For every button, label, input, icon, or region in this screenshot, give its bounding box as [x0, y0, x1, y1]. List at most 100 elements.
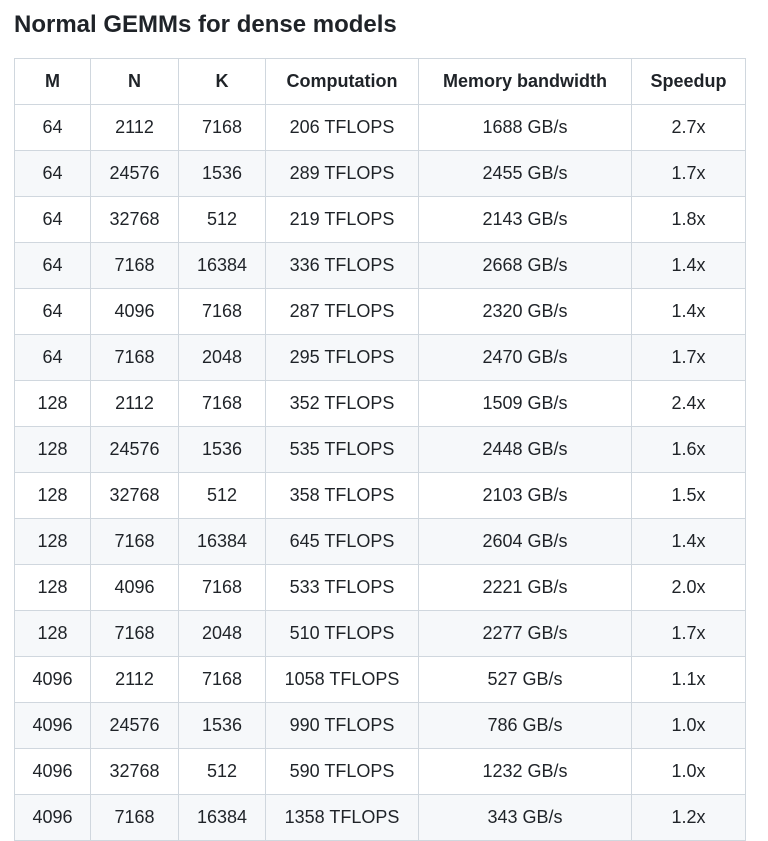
cell-m: 128: [14, 380, 91, 427]
cell-k: 16384: [178, 518, 266, 565]
cell-speedup: 1.0x: [631, 748, 746, 795]
cell-k: 16384: [178, 242, 266, 289]
cell-k: 7168: [178, 288, 266, 335]
cell-m: 128: [14, 472, 91, 519]
cell-k: 512: [178, 196, 266, 243]
table-row: 128 24576 1536 535 TFLOPS 2448 GB/s 1.6x: [14, 426, 746, 473]
table-body: 64 2112 7168 206 TFLOPS 1688 GB/s 2.7x 64 24576…: [14, 104, 746, 841]
cell-n: 24576: [90, 426, 179, 473]
cell-speedup: 1.4x: [631, 518, 746, 565]
cell-k: 2048: [178, 334, 266, 381]
table-row: 4096 24576 1536 990 TFLOPS 786 GB/s 1.0x: [14, 702, 746, 749]
cell-memory-bandwidth: 2604 GB/s: [418, 518, 632, 565]
cell-m: 4096: [14, 748, 91, 795]
cell-computation: 533 TFLOPS: [265, 564, 419, 611]
column-header-m: M: [14, 58, 91, 105]
cell-n: 32768: [90, 196, 179, 243]
cell-computation: 295 TFLOPS: [265, 334, 419, 381]
cell-n: 24576: [90, 702, 179, 749]
cell-k: 1536: [178, 150, 266, 197]
cell-computation: 1358 TFLOPS: [265, 794, 419, 841]
cell-n: 32768: [90, 748, 179, 795]
cell-n: 4096: [90, 288, 179, 335]
cell-memory-bandwidth: 2103 GB/s: [418, 472, 632, 519]
cell-speedup: 1.7x: [631, 150, 746, 197]
cell-m: 128: [14, 564, 91, 611]
table-row: 64 7168 2048 295 TFLOPS 2470 GB/s 1.7x: [14, 334, 746, 381]
cell-memory-bandwidth: 2448 GB/s: [418, 426, 632, 473]
cell-n: 7168: [90, 242, 179, 289]
cell-m: 4096: [14, 794, 91, 841]
cell-speedup: 1.6x: [631, 426, 746, 473]
cell-memory-bandwidth: 343 GB/s: [418, 794, 632, 841]
cell-computation: 510 TFLOPS: [265, 610, 419, 657]
cell-n: 4096: [90, 564, 179, 611]
column-header-speedup: Speedup: [631, 58, 746, 105]
table-row: 64 7168 16384 336 TFLOPS 2668 GB/s 1.4x: [14, 242, 746, 289]
column-header-n: N: [90, 58, 179, 105]
cell-m: 4096: [14, 656, 91, 703]
cell-m: 64: [14, 242, 91, 289]
cell-n: 32768: [90, 472, 179, 519]
cell-computation: 590 TFLOPS: [265, 748, 419, 795]
column-header-memory-bandwidth: Memory bandwidth: [418, 58, 632, 105]
cell-speedup: 1.8x: [631, 196, 746, 243]
cell-m: 64: [14, 104, 91, 151]
cell-memory-bandwidth: 1688 GB/s: [418, 104, 632, 151]
cell-memory-bandwidth: 2470 GB/s: [418, 334, 632, 381]
column-header-computation: Computation: [265, 58, 419, 105]
cell-memory-bandwidth: 2221 GB/s: [418, 564, 632, 611]
cell-m: 128: [14, 426, 91, 473]
table-row: 128 7168 16384 645 TFLOPS 2604 GB/s 1.4x: [14, 518, 746, 565]
cell-speedup: 1.4x: [631, 288, 746, 335]
cell-computation: 287 TFLOPS: [265, 288, 419, 335]
cell-memory-bandwidth: 1509 GB/s: [418, 380, 632, 427]
cell-computation: 535 TFLOPS: [265, 426, 419, 473]
table-row: 4096 7168 16384 1358 TFLOPS 343 GB/s 1.2x: [14, 794, 746, 841]
cell-m: 64: [14, 150, 91, 197]
cell-computation: 1058 TFLOPS: [265, 656, 419, 703]
cell-computation: 645 TFLOPS: [265, 518, 419, 565]
cell-memory-bandwidth: 2668 GB/s: [418, 242, 632, 289]
cell-memory-bandwidth: 1232 GB/s: [418, 748, 632, 795]
table-row: 128 2112 7168 352 TFLOPS 1509 GB/s 2.4x: [14, 380, 746, 427]
table-row: 128 32768 512 358 TFLOPS 2103 GB/s 1.5x: [14, 472, 746, 519]
cell-computation: 336 TFLOPS: [265, 242, 419, 289]
cell-memory-bandwidth: 2455 GB/s: [418, 150, 632, 197]
cell-k: 7168: [178, 564, 266, 611]
table-row: 64 4096 7168 287 TFLOPS 2320 GB/s 1.4x: [14, 288, 746, 335]
cell-speedup: 1.4x: [631, 242, 746, 289]
cell-memory-bandwidth: 2320 GB/s: [418, 288, 632, 335]
cell-computation: 990 TFLOPS: [265, 702, 419, 749]
table-row: 4096 2112 7168 1058 TFLOPS 527 GB/s 1.1x: [14, 656, 746, 703]
cell-memory-bandwidth: 2143 GB/s: [418, 196, 632, 243]
cell-m: 64: [14, 196, 91, 243]
cell-speedup: 2.4x: [631, 380, 746, 427]
cell-speedup: 2.7x: [631, 104, 746, 151]
cell-speedup: 1.5x: [631, 472, 746, 519]
cell-k: 7168: [178, 380, 266, 427]
cell-computation: 352 TFLOPS: [265, 380, 419, 427]
cell-memory-bandwidth: 786 GB/s: [418, 702, 632, 749]
cell-k: 7168: [178, 656, 266, 703]
cell-computation: 289 TFLOPS: [265, 150, 419, 197]
cell-speedup: 1.1x: [631, 656, 746, 703]
column-header-k: K: [178, 58, 266, 105]
cell-n: 7168: [90, 334, 179, 381]
table-row: 128 7168 2048 510 TFLOPS 2277 GB/s 1.7x: [14, 610, 746, 657]
table-row: 64 24576 1536 289 TFLOPS 2455 GB/s 1.7x: [14, 150, 746, 197]
cell-m: 64: [14, 334, 91, 381]
cell-k: 512: [178, 472, 266, 519]
cell-computation: 358 TFLOPS: [265, 472, 419, 519]
cell-speedup: 1.7x: [631, 610, 746, 657]
cell-computation: 206 TFLOPS: [265, 104, 419, 151]
table-row: 64 2112 7168 206 TFLOPS 1688 GB/s 2.7x: [14, 104, 746, 151]
cell-k: 2048: [178, 610, 266, 657]
cell-speedup: 2.0x: [631, 564, 746, 611]
cell-memory-bandwidth: 527 GB/s: [418, 656, 632, 703]
cell-n: 7168: [90, 610, 179, 657]
section-heading: Normal GEMMs for dense models: [14, 11, 397, 38]
cell-k: 16384: [178, 794, 266, 841]
cell-m: 64: [14, 288, 91, 335]
cell-n: 24576: [90, 150, 179, 197]
